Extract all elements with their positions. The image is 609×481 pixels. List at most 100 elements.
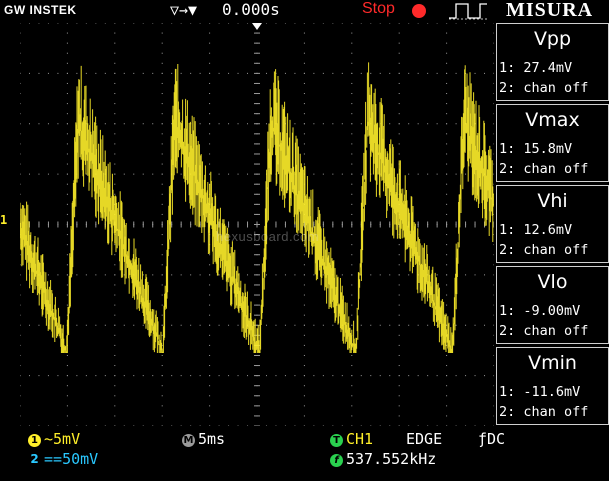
trigger-coupling[interactable]: ƒDC: [478, 430, 505, 448]
grid-dot: [303, 143, 305, 145]
grid-dot: [275, 22, 277, 24]
grid-dot: [66, 72, 68, 74]
measurement-vpp[interactable]: Vpp 1: 27.4mV 2: chan off: [496, 23, 609, 101]
grid-dot: [66, 193, 68, 195]
grid-dot: [446, 22, 448, 24]
grid-dot: [379, 274, 381, 276]
grid-dot: [398, 274, 400, 276]
grid-dot: [351, 314, 353, 316]
grid-dot: [389, 22, 391, 24]
grid-dot: [398, 103, 400, 105]
grid-dot: [303, 324, 305, 326]
grid-dot: [265, 123, 267, 125]
grid-dot: [493, 72, 495, 74]
grid-dot: [474, 22, 476, 24]
grid-dot: [284, 425, 286, 427]
grid-dot: [190, 274, 192, 276]
grid-dot: [114, 32, 116, 34]
measurement-vhi[interactable]: Vhi 1: 12.6mV 2: chan off: [496, 185, 609, 263]
grid-dot: [85, 375, 87, 377]
grid-dot: [294, 274, 296, 276]
grid-dot: [209, 163, 211, 165]
grid-dot: [398, 72, 400, 74]
grid-dot: [218, 375, 220, 377]
grid-dot: [341, 123, 343, 125]
ch2-scale-readout[interactable]: 2 ==50mV: [28, 450, 98, 468]
grid-dot: [47, 425, 49, 427]
grid-dot: [303, 395, 305, 397]
grid-dot: [19, 72, 21, 74]
grid-dot: [142, 425, 144, 427]
grid-dot: [351, 72, 353, 74]
trigger-source-readout[interactable]: T CH1: [330, 430, 373, 448]
grid-dot: [351, 284, 353, 286]
grid-dot: [104, 22, 106, 24]
measurement-vmax[interactable]: Vmax 1: 15.8mV 2: chan off: [496, 104, 609, 182]
grid-dot: [427, 123, 429, 125]
grid-dot: [493, 274, 495, 276]
grid-dot: [152, 22, 154, 24]
measurement-vlo[interactable]: Vlo 1: -9.00mV 2: chan off: [496, 266, 609, 344]
grid-dot: [332, 22, 334, 24]
grid-dot: [398, 42, 400, 44]
timebase-readout[interactable]: M 5ms: [182, 430, 225, 448]
grid-dot: [133, 324, 135, 326]
grid-dot: [351, 264, 353, 266]
grid-dot: [474, 375, 476, 377]
grid-dot: [66, 284, 68, 286]
grid-dot: [294, 425, 296, 427]
grid-dot: [66, 113, 68, 115]
grid-dot: [446, 213, 448, 215]
grid-dot: [199, 22, 201, 24]
grid-dot: [218, 274, 220, 276]
grid-dot: [114, 304, 116, 306]
grid-dot: [484, 22, 486, 24]
grid-dot: [161, 415, 163, 417]
grid-dot: [19, 113, 21, 115]
grid-dot: [398, 52, 400, 54]
grid-dot: [275, 425, 277, 427]
waveform-display[interactable]: hexusboard.com: [19, 22, 495, 427]
grid-dot: [161, 375, 163, 377]
grid-dot: [360, 22, 362, 24]
grid-dot: [484, 72, 486, 74]
measurement-title: Vmin: [528, 352, 577, 374]
measurement-ch1-value: 1: -9.00mV: [499, 303, 581, 319]
grid-dot: [76, 375, 78, 377]
ch1-scale-readout[interactable]: 1 ~5mV: [28, 430, 80, 448]
grid-dot: [76, 22, 78, 24]
grid-dot: [133, 22, 135, 24]
trigger-time-marker: [252, 23, 262, 30]
grid-dot: [66, 163, 68, 165]
run-stop-status[interactable]: Stop: [362, 0, 395, 18]
grid-dot: [19, 425, 21, 427]
grid-dot: [398, 324, 400, 326]
grid-dot: [133, 375, 135, 377]
grid-dot: [161, 314, 163, 316]
grid-dot: [351, 415, 353, 417]
grid-dot: [123, 375, 125, 377]
grid-dot: [161, 103, 163, 105]
grid-dot: [199, 274, 201, 276]
grid-dot: [114, 264, 116, 266]
grid-dot: [47, 375, 49, 377]
grid-dot: [436, 72, 438, 74]
grid-dot: [57, 72, 59, 74]
grid-dot: [493, 405, 495, 407]
grid-dot: [114, 163, 116, 165]
trigger-type[interactable]: EDGE: [406, 430, 442, 448]
grid-dot: [465, 375, 467, 377]
grid-dot: [398, 244, 400, 246]
grid-dot: [114, 22, 116, 24]
grid-dot: [284, 324, 286, 326]
grid-dot: [493, 133, 495, 135]
measurement-vmin[interactable]: Vmin 1: -11.6mV 2: chan off: [496, 347, 609, 425]
ch1-ground-marker[interactable]: 1: [0, 213, 7, 227]
grid-dot: [19, 163, 21, 165]
grid-dot: [247, 375, 249, 377]
grid-dot: [417, 375, 419, 377]
grid-dot: [351, 274, 353, 276]
grid-dot: [171, 274, 173, 276]
grid-dot: [209, 375, 211, 377]
grid-dot: [398, 354, 400, 356]
